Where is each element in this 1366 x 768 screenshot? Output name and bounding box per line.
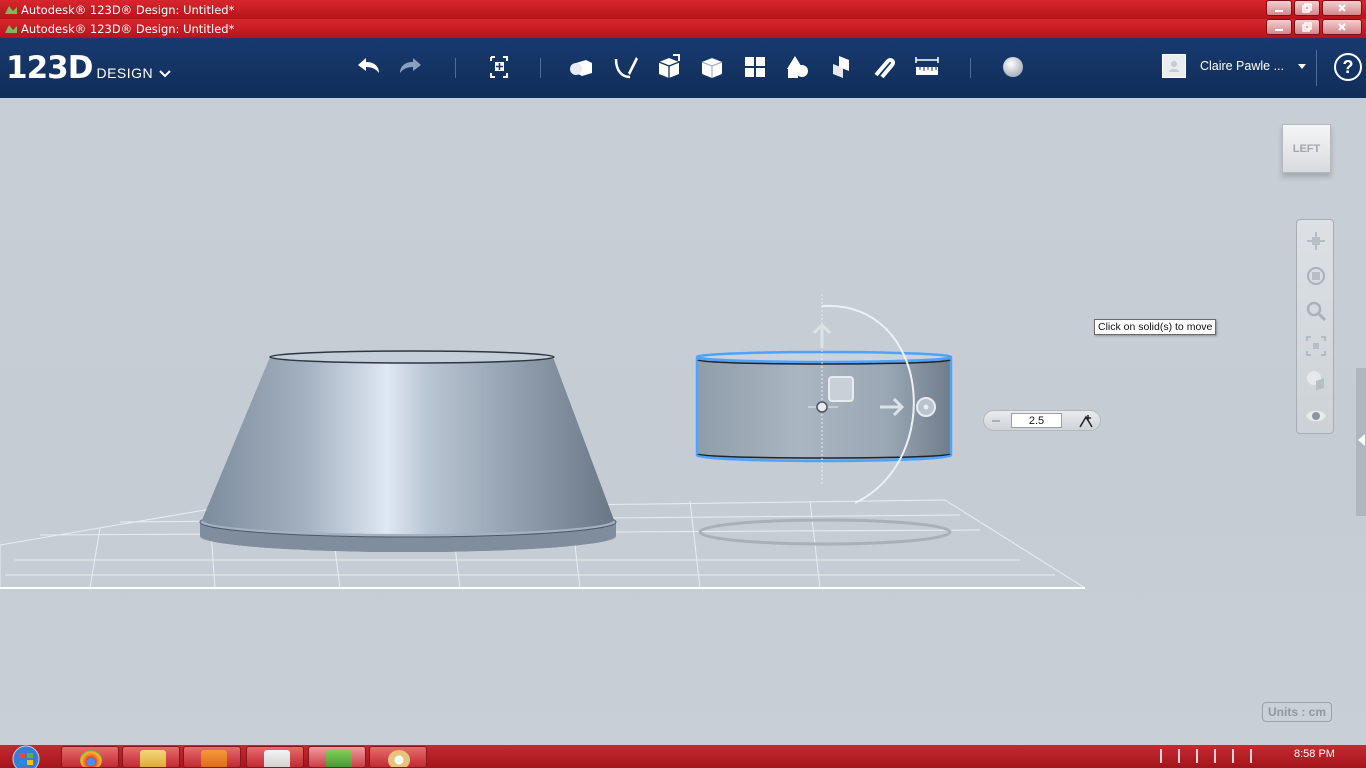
window-title: Autodesk® 123D® Design: Untitled* bbox=[21, 2, 235, 17]
paint-icon bbox=[388, 750, 410, 767]
system-tray[interactable] bbox=[1160, 749, 1260, 763]
3d-viewport[interactable] bbox=[0, 98, 1366, 745]
plane-handle bbox=[828, 376, 854, 402]
chevron-left-icon bbox=[1358, 434, 1365, 446]
restore-icon bbox=[1302, 3, 1312, 13]
undo-button[interactable] bbox=[349, 48, 387, 86]
app-icon bbox=[5, 24, 17, 33]
user-menu[interactable]: Claire Pawle ... bbox=[1161, 54, 1306, 78]
material-button[interactable] bbox=[994, 48, 1032, 86]
restore-icon bbox=[1302, 22, 1312, 32]
pattern-icon bbox=[745, 57, 765, 77]
combine-icon bbox=[833, 56, 849, 78]
main-toolbar: 123D DESIGN Claire Pawle ... ? bbox=[0, 38, 1366, 98]
user-name: Claire Pawle ... bbox=[1199, 59, 1284, 73]
minimize-icon bbox=[1275, 29, 1283, 31]
pan-icon bbox=[1306, 231, 1325, 250]
chevron-down-icon bbox=[159, 70, 171, 78]
window-titlebar-back[interactable]: Autodesk® 123D® Design: Untitled* bbox=[0, 0, 1366, 19]
drag-grip-icon[interactable] bbox=[990, 415, 1002, 427]
taskbar-acrobat[interactable] bbox=[246, 746, 304, 768]
primitives-button[interactable] bbox=[563, 48, 601, 86]
start-button[interactable] bbox=[6, 745, 46, 768]
app-menu-button[interactable]: 123D DESIGN bbox=[6, 50, 171, 86]
grouping-button[interactable] bbox=[779, 48, 817, 86]
pan-button[interactable] bbox=[1302, 227, 1329, 254]
eye-icon bbox=[1305, 410, 1326, 421]
visibility-button[interactable] bbox=[1302, 402, 1329, 429]
units-button[interactable]: Units : cm bbox=[1262, 702, 1333, 722]
taskbar-chrome[interactable] bbox=[61, 746, 119, 768]
minimize-icon bbox=[1275, 10, 1283, 12]
123d-design-icon bbox=[326, 750, 352, 767]
clock: 8:58 PM bbox=[1294, 748, 1335, 760]
close-button[interactable] bbox=[1322, 19, 1362, 35]
snap-button[interactable] bbox=[865, 48, 903, 86]
window-title: Autodesk® 123D® Design: Untitled* bbox=[21, 21, 235, 36]
orbit-icon bbox=[1306, 266, 1325, 285]
fit-icon bbox=[1305, 335, 1326, 356]
transform-icon bbox=[490, 56, 508, 78]
move-distance-input[interactable] bbox=[1011, 413, 1062, 428]
restore-button[interactable] bbox=[1294, 19, 1320, 35]
minimize-button[interactable] bbox=[1266, 0, 1292, 16]
user-icon bbox=[1168, 61, 1179, 72]
pattern-button[interactable] bbox=[736, 48, 774, 86]
grouping-icon bbox=[787, 56, 808, 78]
restore-button[interactable] bbox=[1294, 0, 1320, 16]
navigation-bar bbox=[1296, 219, 1334, 434]
view-cube[interactable]: LEFT bbox=[1282, 124, 1331, 173]
redo-icon bbox=[400, 58, 421, 73]
transform-button[interactable] bbox=[480, 48, 518, 86]
undo-icon bbox=[358, 58, 379, 73]
avatar bbox=[1161, 54, 1186, 78]
material-icon bbox=[1003, 57, 1023, 77]
app-icon bbox=[5, 5, 17, 14]
zoom-button[interactable] bbox=[1302, 297, 1329, 324]
construct-button[interactable] bbox=[650, 48, 688, 86]
snap-icon bbox=[874, 57, 896, 79]
taskbar-explorer[interactable] bbox=[122, 746, 180, 768]
fit-button[interactable] bbox=[1302, 332, 1329, 359]
window-titlebar-front[interactable]: Autodesk® 123D® Design: Untitled* bbox=[0, 19, 1366, 38]
tooltip: Click on solid(s) to move bbox=[1094, 319, 1217, 335]
modify-icon bbox=[701, 58, 723, 78]
taskbar-media-player[interactable] bbox=[183, 746, 241, 768]
logo-subtext: DESIGN bbox=[96, 65, 154, 81]
perspective-button[interactable] bbox=[1302, 366, 1329, 393]
minimize-button[interactable] bbox=[1266, 19, 1292, 35]
measure-button[interactable] bbox=[908, 48, 946, 86]
close-icon bbox=[1338, 4, 1346, 12]
chrome-icon bbox=[80, 750, 102, 767]
folder-icon bbox=[140, 750, 166, 767]
side-panel-toggle[interactable] bbox=[1356, 368, 1366, 516]
close-button[interactable] bbox=[1322, 0, 1362, 16]
zoom-icon bbox=[1306, 301, 1326, 321]
move-value-box bbox=[983, 410, 1101, 431]
snap-toggle-icon[interactable] bbox=[1077, 412, 1095, 430]
modify-button[interactable] bbox=[693, 48, 731, 86]
orbit-button[interactable] bbox=[1302, 262, 1329, 289]
primitives-icon bbox=[570, 60, 592, 76]
logo-text: 123D bbox=[6, 50, 93, 86]
sketch-icon bbox=[614, 57, 638, 79]
combine-button[interactable] bbox=[822, 48, 860, 86]
perspective-icon bbox=[1306, 370, 1324, 390]
help-button[interactable]: ? bbox=[1334, 53, 1362, 81]
media-player-icon bbox=[201, 750, 227, 767]
redo-button[interactable] bbox=[392, 48, 430, 86]
construct-icon bbox=[658, 54, 680, 78]
measure-icon bbox=[915, 57, 939, 75]
sketch-button[interactable] bbox=[607, 48, 645, 86]
taskbar: 8:58 PM bbox=[0, 745, 1366, 768]
arrow-up-icon bbox=[812, 322, 832, 348]
close-icon bbox=[1338, 23, 1346, 31]
taskbar-paint[interactable] bbox=[369, 746, 427, 768]
taskbar-123d-design[interactable] bbox=[308, 746, 366, 768]
cone-solid[interactable] bbox=[199, 350, 617, 552]
acrobat-icon bbox=[264, 750, 290, 767]
scene-canvas[interactable] bbox=[0, 98, 1366, 745]
caret-down-icon bbox=[1298, 63, 1306, 69]
